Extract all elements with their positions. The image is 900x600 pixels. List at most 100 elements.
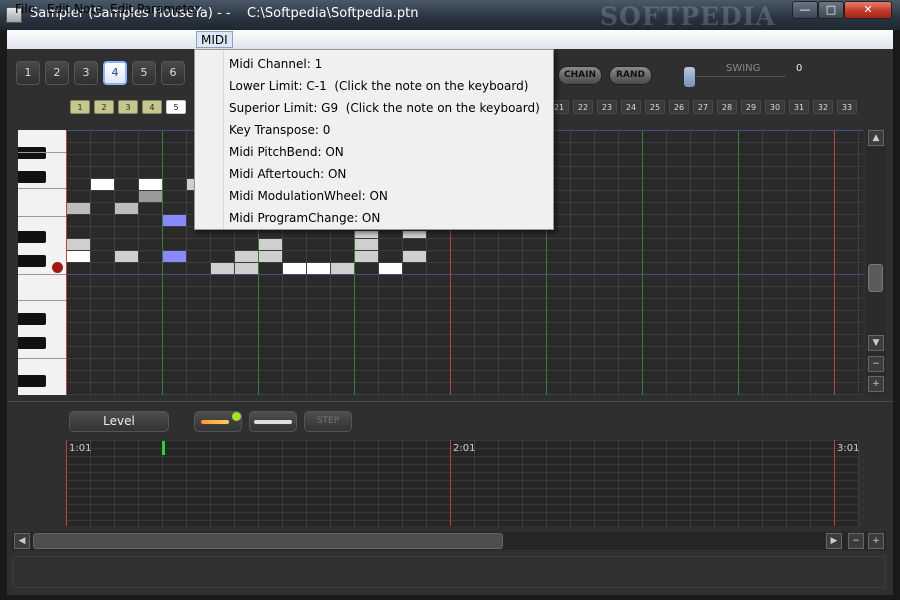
grid-note[interactable] [235, 263, 258, 274]
midi-menu-item-program-change[interactable]: Midi ProgramChange: ON [229, 211, 380, 225]
step-number-27[interactable]: 27 [693, 100, 713, 114]
zoom-in-vertical-button[interactable]: + [868, 376, 884, 392]
grid-note[interactable] [139, 179, 162, 190]
grid-note[interactable] [331, 263, 354, 274]
grid-note[interactable] [403, 251, 426, 262]
midi-menu-item-superior-limit[interactable]: Superior Limit: G9 (Click the note on th… [229, 101, 540, 115]
playhead-marker[interactable] [162, 441, 165, 455]
grid-note[interactable] [355, 239, 378, 250]
watermark-logo: SOFTPEDIA [600, 2, 776, 31]
menu-edit-note[interactable]: Edit Note [43, 1, 106, 18]
black-key[interactable] [18, 147, 46, 159]
step-number-2[interactable]: 2 [94, 100, 114, 114]
grid-note[interactable] [115, 203, 138, 214]
swing-value: 0 [796, 63, 803, 74]
grid-note[interactable] [163, 251, 186, 262]
black-key[interactable] [18, 375, 46, 387]
pattern-button-2[interactable]: 2 [45, 61, 69, 85]
swing-slider-handle[interactable] [684, 67, 695, 87]
root-note-marker [52, 262, 63, 273]
step-number-31[interactable]: 31 [789, 100, 809, 114]
grid-note[interactable] [211, 263, 234, 274]
vertical-scroll-thumb[interactable] [868, 264, 883, 292]
maximize-button[interactable]: □ [818, 1, 844, 19]
black-key[interactable] [18, 171, 46, 183]
grid-note[interactable] [91, 179, 114, 190]
swing-slider-track[interactable] [696, 76, 786, 77]
step-number-25[interactable]: 25 [645, 100, 665, 114]
step-number-26[interactable]: 26 [669, 100, 689, 114]
grid-note[interactable] [235, 251, 258, 262]
active-indicator-dot [232, 412, 241, 421]
step-number-29[interactable]: 29 [741, 100, 761, 114]
grid-note[interactable] [355, 231, 378, 238]
step-number-23[interactable]: 23 [597, 100, 617, 114]
pattern-button-6[interactable]: 6 [161, 61, 185, 85]
pattern-button-4[interactable]: 4 [103, 61, 127, 85]
step-number-1[interactable]: 1 [70, 100, 90, 114]
scroll-down-button[interactable]: ▼ [868, 335, 884, 351]
parameter-select-button[interactable]: Level [69, 411, 169, 432]
black-key[interactable] [18, 313, 46, 325]
grid-note[interactable] [403, 231, 426, 238]
menu-file[interactable]: File [11, 1, 39, 18]
grid-note[interactable] [163, 215, 186, 226]
menu-midi[interactable]: MIDI [196, 31, 233, 48]
minimize-button[interactable]: — [792, 1, 818, 19]
pencil-icon [201, 420, 229, 424]
chain-button[interactable]: CHAIN [558, 66, 602, 85]
midi-menu-item-pitchbend[interactable]: Midi PitchBend: ON [229, 145, 344, 159]
horizontal-scroll-thumb[interactable] [33, 533, 503, 549]
pattern-button-1[interactable]: 1 [16, 61, 40, 85]
timeline-marker: 3:01 [837, 443, 860, 454]
black-key[interactable] [18, 255, 46, 267]
menu-edit-parameter[interactable]: Edit Parameter [106, 1, 203, 18]
black-key[interactable] [18, 231, 46, 243]
midi-menu-item-channel[interactable]: Midi Channel: 1 [229, 57, 322, 71]
grid-note[interactable] [259, 251, 282, 262]
step-number-28[interactable]: 28 [717, 100, 737, 114]
zoom-out-horizontal-button[interactable]: − [848, 533, 864, 549]
erase-tool-button[interactable] [249, 411, 297, 432]
scroll-up-button[interactable]: ▲ [868, 130, 884, 146]
step-number-4[interactable]: 4 [142, 100, 162, 114]
zoom-in-horizontal-button[interactable]: + [868, 533, 884, 549]
scroll-left-button[interactable]: ◀ [14, 533, 30, 549]
midi-menu-item-aftertouch[interactable]: Midi Aftertouch: ON [229, 167, 346, 181]
zoom-out-vertical-button[interactable]: − [868, 356, 884, 372]
piano-keyboard[interactable] [18, 130, 66, 395]
grid-note[interactable] [379, 263, 402, 274]
step-number-22[interactable]: 22 [573, 100, 593, 114]
close-button[interactable]: ✕ [844, 1, 892, 19]
pattern-button-3[interactable]: 3 [74, 61, 98, 85]
grid-note[interactable] [307, 263, 330, 274]
grid-note[interactable] [283, 263, 306, 274]
step-number-3[interactable]: 3 [118, 100, 138, 114]
rand-button[interactable]: RAND [609, 66, 652, 85]
grid-note[interactable] [67, 203, 90, 214]
brush-icon [254, 420, 292, 424]
midi-menu-item-lower-limit[interactable]: Lower Limit: C-1 (Click the note on the … [229, 79, 528, 93]
midi-menu-item-key-transpose[interactable]: Key Transpose: 0 [229, 123, 330, 137]
scroll-right-button[interactable]: ▶ [826, 533, 842, 549]
menu-bar [7, 30, 893, 49]
grid-note[interactable] [139, 191, 162, 202]
grid-note[interactable] [115, 251, 138, 262]
grid-note[interactable] [67, 239, 90, 250]
pattern-button-5[interactable]: 5 [132, 61, 156, 85]
grid-note[interactable] [259, 239, 282, 250]
black-key[interactable] [18, 337, 46, 349]
step-number-30[interactable]: 30 [765, 100, 785, 114]
grid-note[interactable] [67, 251, 90, 262]
step-number-24[interactable]: 24 [621, 100, 641, 114]
timeline-marker: 1:01 [69, 443, 92, 454]
step-button[interactable]: STEP [304, 411, 352, 432]
midi-menu-item-modulation-wheel[interactable]: Midi ModulationWheel: ON [229, 189, 388, 203]
step-number-32[interactable]: 32 [813, 100, 833, 114]
timeline-marker: 2:01 [453, 443, 476, 454]
status-bar [12, 556, 886, 588]
step-number-33[interactable]: 33 [837, 100, 857, 114]
step-number-5[interactable]: 5 [166, 100, 186, 114]
grid-note[interactable] [355, 251, 378, 262]
midi-dropdown-menu: Midi Channel: 1 Lower Limit: C-1 (Click … [194, 49, 554, 230]
